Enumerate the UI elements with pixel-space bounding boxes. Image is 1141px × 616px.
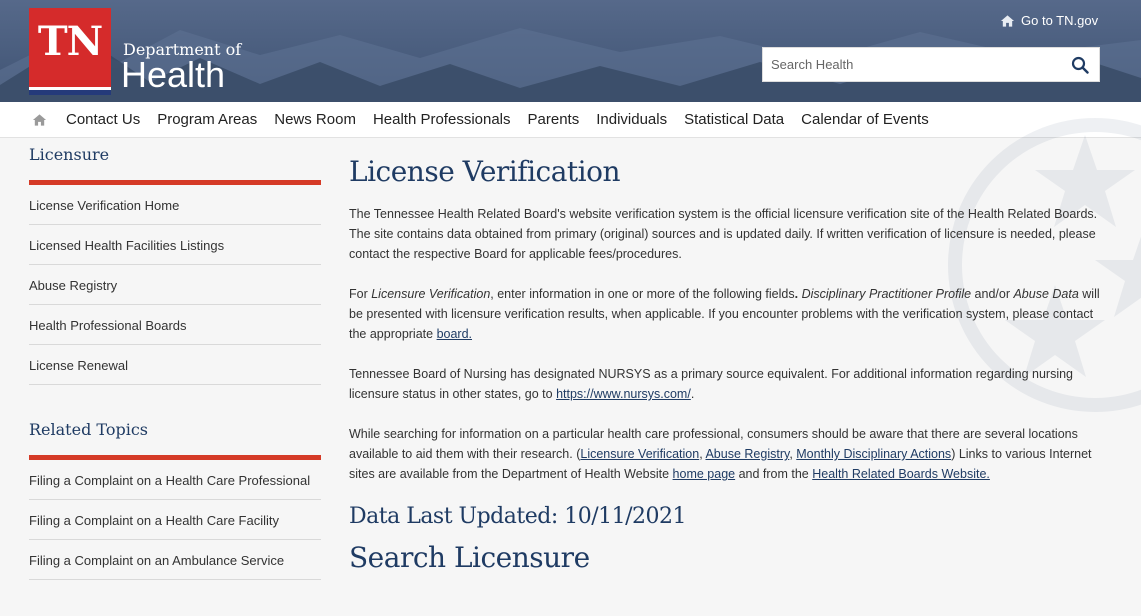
sidebar-heading-licensure: Licensure <box>29 145 110 164</box>
sidebar-item-complaint-ambulance[interactable]: Filing a Complaint on an Ambulance Servi… <box>29 540 321 580</box>
text-italic: Licensure Verification <box>371 287 491 301</box>
home-page-link[interactable]: home page <box>673 467 736 481</box>
text-segment: , enter information in one or more of th… <box>490 287 795 301</box>
instructions-paragraph: For Licensure Verification, enter inform… <box>349 284 1109 344</box>
sidebar-heading-related-topics: Related Topics <box>29 420 148 439</box>
nursys-paragraph: Tennessee Board of Nursing has designate… <box>349 364 1109 404</box>
sidebar: Licensure License Verification Home Lice… <box>29 138 321 580</box>
sidebar-item-abuse-registry[interactable]: Abuse Registry <box>29 265 321 305</box>
goto-label: Go to TN.gov <box>1021 13 1099 28</box>
research-paragraph: While searching for information on a par… <box>349 424 1109 484</box>
page-title: License Verification <box>349 155 621 188</box>
health-related-boards-link[interactable]: Health Related Boards Website. <box>812 467 990 481</box>
nav-item-health-professionals[interactable]: Health Professionals <box>373 111 511 128</box>
sidebar-item-health-facilities-listings[interactable]: Licensed Health Facilities Listings <box>29 225 321 265</box>
abuse-registry-link[interactable]: Abuse Registry <box>705 447 789 461</box>
board-link[interactable]: board. <box>437 327 472 341</box>
logo-text: TN <box>37 18 103 65</box>
licensure-verification-link[interactable]: Licensure Verification <box>580 447 699 461</box>
licensure-list: License Verification Home Licensed Healt… <box>29 185 321 385</box>
nursys-link[interactable]: https://www.nursys.com/ <box>556 387 691 401</box>
related-topics-list: Filing a Complaint on a Health Care Prof… <box>29 460 321 580</box>
logo-stripe-blue <box>29 90 111 95</box>
sidebar-item-health-professional-boards[interactable]: Health Professional Boards <box>29 305 321 345</box>
sidebar-item-complaint-facility[interactable]: Filing a Complaint on a Health Care Faci… <box>29 500 321 540</box>
nav-item-parents[interactable]: Parents <box>528 111 580 128</box>
text-segment: and/or <box>971 287 1014 301</box>
search-icon[interactable] <box>1071 56 1089 74</box>
search-licensure-heading: Search Licensure <box>349 541 590 574</box>
intro-paragraph: The Tennessee Health Related Board's web… <box>349 204 1109 264</box>
site-header: TN Department of Health Go to TN.gov <box>0 0 1141 102</box>
search-input[interactable] <box>763 48 1063 81</box>
nav-list: Contact Us Program Areas News Room Healt… <box>66 111 946 128</box>
text-segment: . <box>690 387 695 401</box>
main-content: License Verification The Tennessee Healt… <box>349 155 1109 574</box>
sidebar-item-license-renewal[interactable]: License Renewal <box>29 345 321 385</box>
nav-item-contact-us[interactable]: Contact Us <box>66 111 140 128</box>
nav-item-individuals[interactable]: Individuals <box>596 111 667 128</box>
text-italic: Abuse Data <box>1013 287 1079 301</box>
search-box <box>762 47 1100 82</box>
department-name: Health <box>121 54 226 95</box>
text-segment: and from the <box>735 467 813 481</box>
intro-text: The Tennessee Health Related Board's web… <box>349 207 1098 261</box>
data-last-updated: Data Last Updated: 10/11/2021 <box>349 504 687 529</box>
goto-tn-gov-link[interactable]: Go to TN.gov <box>1000 13 1098 28</box>
nav-item-statistical-data[interactable]: Statistical Data <box>684 111 784 128</box>
nav-item-program-areas[interactable]: Program Areas <box>157 111 257 128</box>
text-italic: Disciplinary Practitioner Profile <box>798 287 972 301</box>
text-segment: For <box>349 287 372 301</box>
disciplinary-actions-link[interactable]: Monthly Disciplinary Actions <box>796 447 951 461</box>
tn-logo[interactable]: TN <box>29 8 111 95</box>
text-segment: Tennessee Board of Nursing has designate… <box>349 367 1074 401</box>
nav-item-news-room[interactable]: News Room <box>274 111 356 128</box>
sidebar-item-complaint-professional[interactable]: Filing a Complaint on a Health Care Prof… <box>29 460 321 500</box>
nav-item-calendar-of-events[interactable]: Calendar of Events <box>801 111 929 128</box>
home-icon <box>1000 14 1015 27</box>
sidebar-item-license-verification-home[interactable]: License Verification Home <box>29 185 321 225</box>
home-icon[interactable] <box>32 113 47 127</box>
